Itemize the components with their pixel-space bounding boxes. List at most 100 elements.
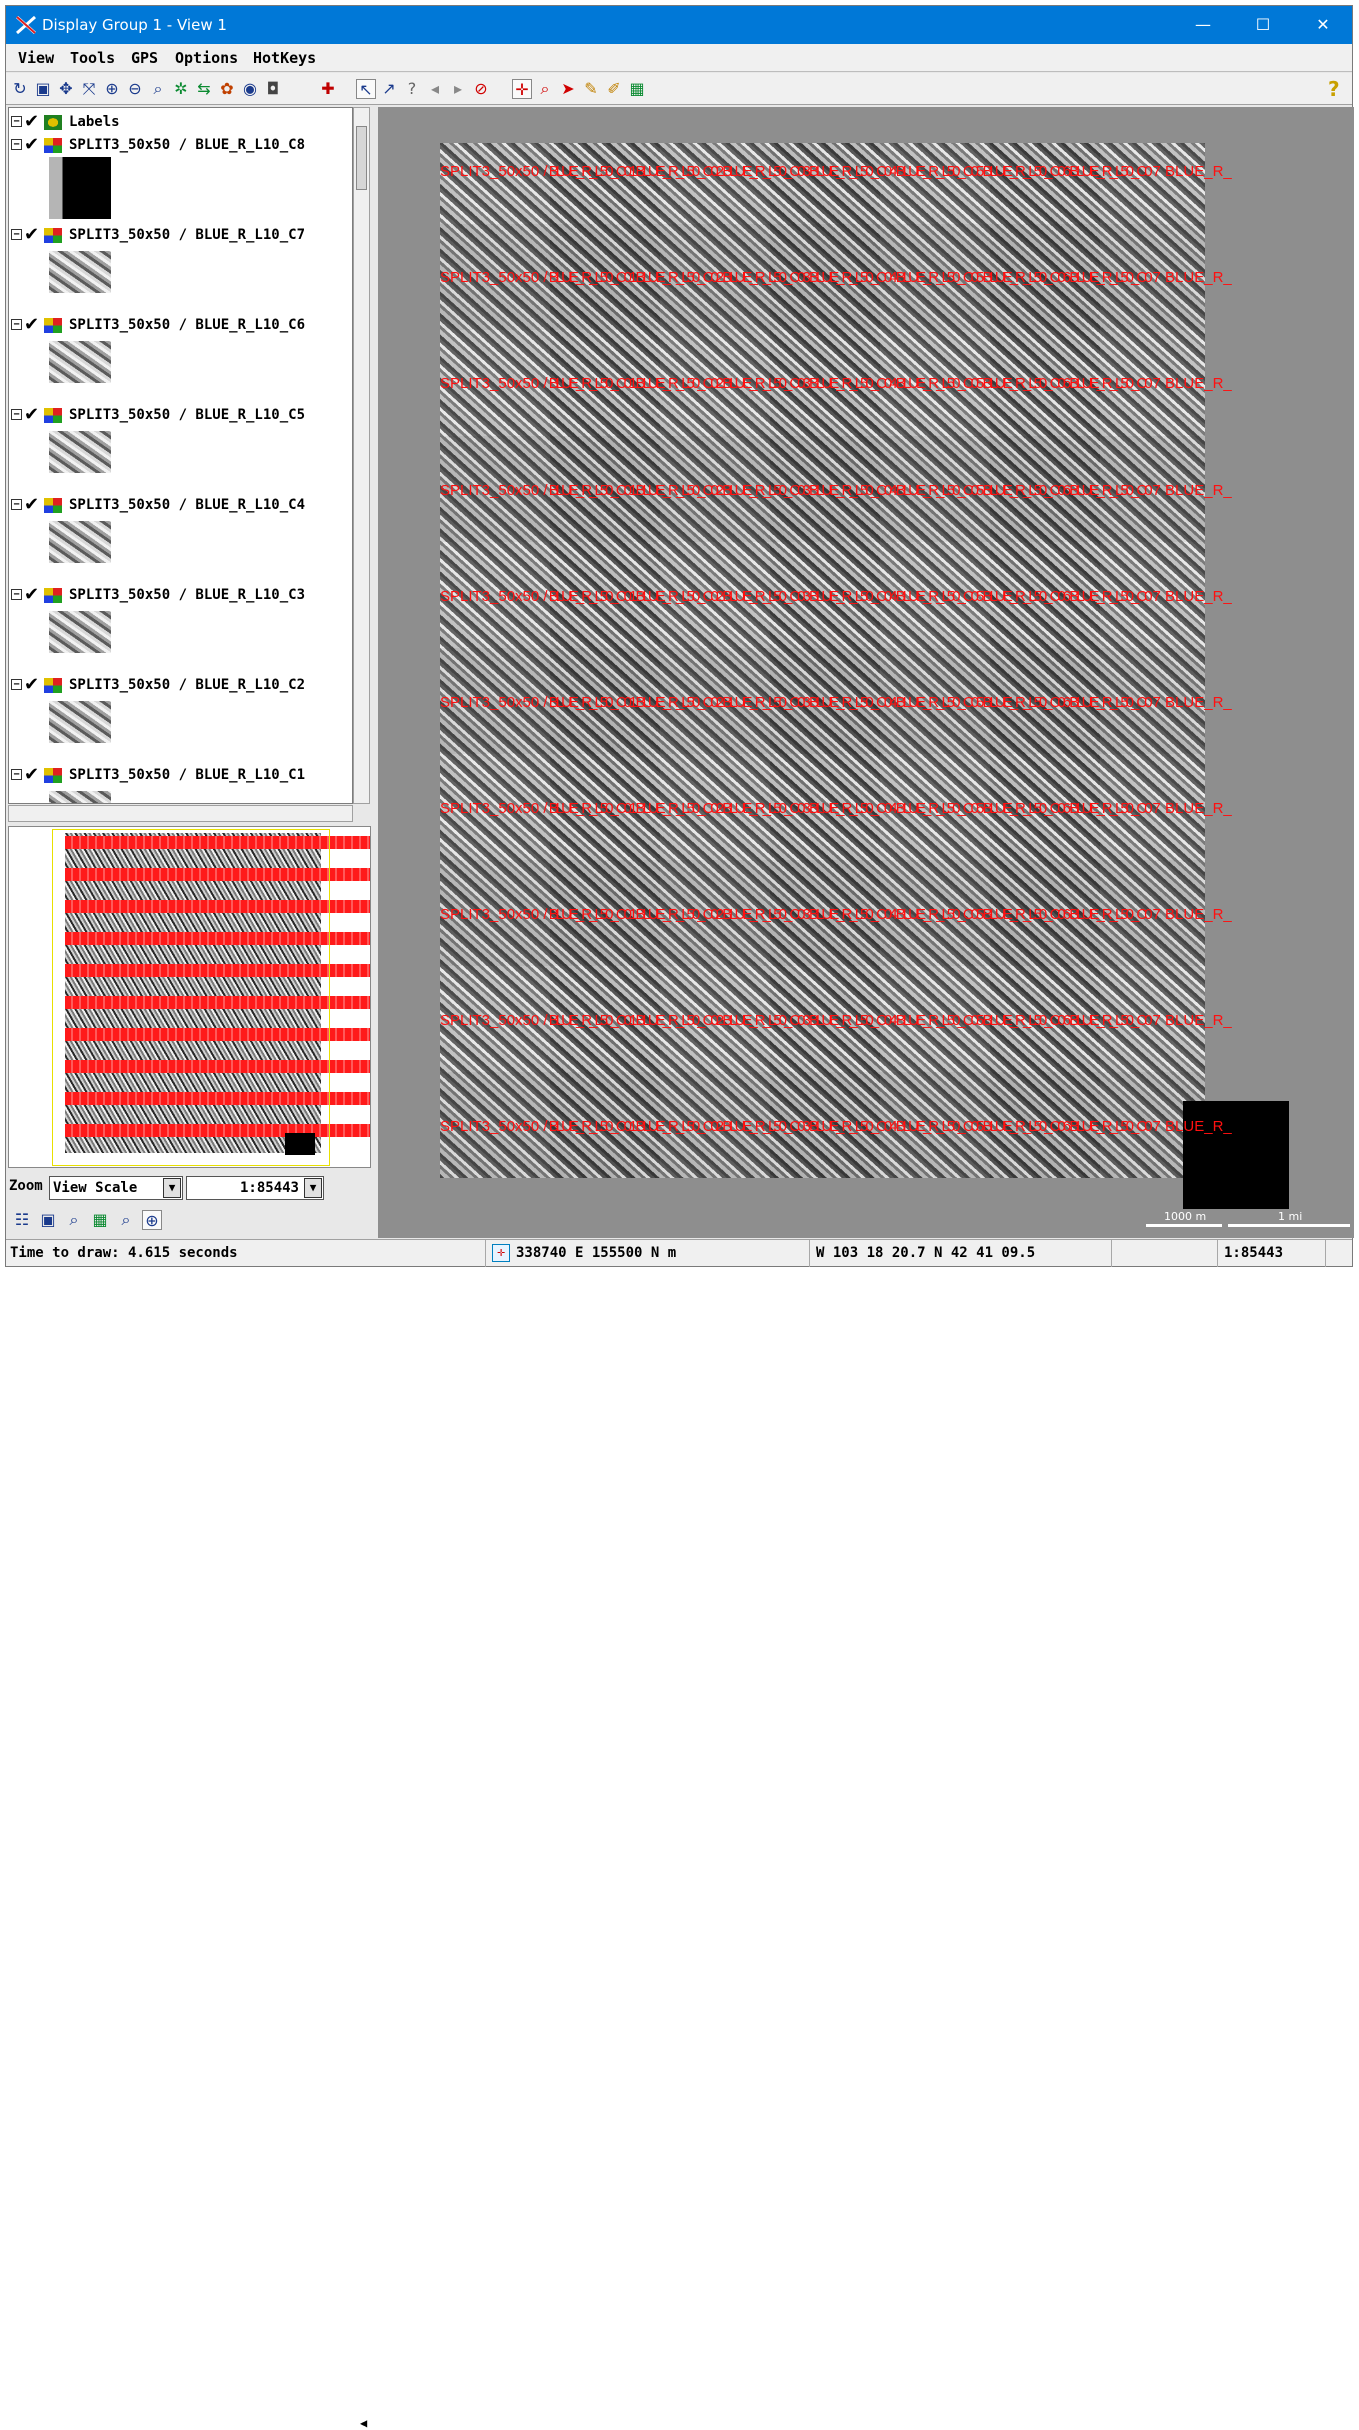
layer-tools: ☷ ▣ ⌕ ▦ ⌕ ⊕ ◀ (6, 1206, 376, 2430)
zoom-to-layer-icon[interactable]: ⊕ (142, 1210, 162, 1230)
select-tool-icon[interactable]: ↖ (356, 79, 376, 99)
layer-list-icon[interactable]: ☷ (12, 1210, 32, 1230)
query-tool-icon[interactable]: ? (402, 79, 422, 99)
app-window: Display Group 1 - View 1 — ☐ ✕ View Tool… (5, 5, 1354, 2430)
scale-select[interactable]: 1:85443 ▼ (186, 1176, 324, 1200)
layer-label: SPLIT3_50x50 / BLUE_R_L10_C2 (69, 677, 306, 693)
raster-icon (44, 138, 62, 153)
labels-icon (44, 115, 62, 130)
raster-label-row: SPLIT3_50x50 / BLUE_R_L50_C01 BLUE_R_L50… (440, 375, 1232, 392)
camera-icon[interactable]: ◘ (263, 79, 283, 99)
full-view-icon[interactable]: ▣ (33, 79, 53, 99)
checkmark-icon[interactable]: ✔ (24, 224, 39, 245)
checkmark-icon[interactable]: ✔ (24, 584, 39, 605)
forward-icon[interactable]: ▸ (448, 79, 468, 99)
collapse-icon[interactable]: − (11, 319, 22, 330)
layer-label: SPLIT3_50x50 / BLUE_R_L10_C3 (69, 587, 306, 603)
redraw-icon[interactable]: ↻ (10, 79, 30, 99)
projected-coords-value: 338740 E 155500 N m (516, 1245, 677, 1261)
crosshair-icon[interactable]: ✛ (512, 79, 532, 99)
window-title: Display Group 1 - View 1 (42, 16, 227, 34)
checkmark-icon[interactable]: ✔ (24, 764, 39, 785)
chevron-down-icon[interactable]: ▼ (163, 1178, 181, 1198)
pan-icon[interactable]: ✥ (56, 79, 76, 99)
collapse-icon[interactable]: − (11, 679, 22, 690)
measure-tool-icon[interactable]: ↗ (379, 79, 399, 99)
raster-label-row: SPLIT3_50x50 / BLUE_R_L50_C01 BLUE_R_L50… (440, 482, 1232, 499)
collapse-icon[interactable]: − (11, 229, 22, 240)
edit-icon[interactable]: ✐ (604, 79, 624, 99)
find-icon[interactable]: ⌕ (64, 1210, 84, 1230)
minimize-button[interactable]: — (1174, 6, 1232, 44)
status-bar: Time to draw: 4.615 seconds ✛ 338740 E 1… (6, 1239, 1352, 1267)
zoom-box-icon[interactable]: ⌕ (148, 79, 168, 99)
raster-label-row: SPLIT3_50x50 / BLUE_R_L50_C01 BLUE_R_L50… (440, 906, 1232, 923)
zoom-in-icon[interactable]: ⊕ (102, 79, 122, 99)
layer-panel-hscrollbar[interactable] (8, 805, 353, 822)
status-geographic-coords: W 103 18 20.7 N 42 41 09.5 (812, 1240, 1112, 1267)
add-layer-icon[interactable]: ✚ (318, 79, 338, 99)
checkmark-icon[interactable]: ✔ (24, 674, 39, 695)
layer-panel-vscrollbar[interactable] (353, 107, 370, 804)
layer-label: SPLIT3_50x50 / BLUE_R_L10_C8 (69, 137, 306, 153)
zoom-box-icon[interactable]: ⌕ (116, 1210, 136, 1230)
menu-view[interactable]: View (18, 49, 54, 67)
menu-tools[interactable]: Tools (70, 49, 115, 67)
zoom-out-icon[interactable]: ⊖ (125, 79, 145, 99)
zoom-extents-icon[interactable]: ✲ (171, 79, 191, 99)
zoom-mode-select[interactable]: View Scale ▼ (49, 1176, 183, 1200)
maximize-button[interactable]: ☐ (1234, 6, 1292, 44)
checkmark-icon[interactable]: ✔ (24, 111, 39, 132)
overview-view-frame[interactable] (52, 829, 330, 1166)
menu-options[interactable]: Options (175, 49, 238, 67)
title-bar: Display Group 1 - View 1 — ☐ ✕ (6, 6, 1352, 44)
raster-label-row: SPLIT3_50x50 / BLUE_R_L50_C01 BLUE_R_L50… (440, 1118, 1232, 1135)
raster-icon (44, 318, 62, 333)
stop-icon[interactable]: ⊘ (471, 79, 491, 99)
layer-thumbnail (49, 341, 111, 383)
zoom-label: Zoom (9, 1178, 43, 1194)
collapse-icon[interactable]: − (11, 409, 22, 420)
coordinate-icon[interactable]: ✛ (492, 1244, 510, 1262)
raster-icon (44, 228, 62, 243)
spatial-link-icon[interactable]: ✿ (217, 79, 237, 99)
collapse-icon[interactable]: − (11, 499, 22, 510)
collapse-icon[interactable]: − (11, 116, 22, 127)
layer-label: Labels (69, 114, 120, 130)
previous-view-icon[interactable]: ⇆ (194, 79, 214, 99)
pointer-icon[interactable]: ➤ (558, 79, 578, 99)
checkmark-icon[interactable]: ✔ (24, 404, 39, 425)
zoom-mode-value: View Scale (53, 1180, 138, 1196)
layer-thumbnail (49, 521, 111, 563)
magnify-icon[interactable]: ⌕ (535, 79, 555, 99)
help-icon[interactable]: ? (1328, 77, 1340, 101)
pencil-icon[interactable]: ✎ (581, 79, 601, 99)
menu-gps[interactable]: GPS (131, 49, 158, 67)
layer-label: SPLIT3_50x50 / BLUE_R_L10_C7 (69, 227, 306, 243)
scrollbar-thumb[interactable] (356, 126, 367, 190)
checkmark-icon[interactable]: ✔ (24, 134, 39, 155)
raster-label-row: SPLIT3_50x50 / BLUE_R_L50_C01 BLUE_R_L50… (440, 694, 1232, 711)
overview-map[interactable] (8, 826, 371, 1168)
checkmark-icon[interactable]: ✔ (24, 494, 39, 515)
raster-label-row: SPLIT3_50x50 / BLUE_R_L50_C01 BLUE_R_L50… (440, 800, 1232, 817)
collapse-panel-icon[interactable]: ◀ (360, 2416, 367, 2430)
chevron-down-icon[interactable]: ▼ (304, 1178, 322, 1198)
locator-icon[interactable]: ▦ (90, 1210, 110, 1230)
menu-hotkeys[interactable]: HotKeys (253, 49, 316, 67)
back-icon[interactable]: ◂ (425, 79, 445, 99)
fit-icon[interactable]: ⤧ (79, 79, 99, 99)
layout-icon[interactable]: ▦ (627, 79, 647, 99)
overview-toggle-icon[interactable]: ▣ (38, 1210, 58, 1230)
collapse-icon[interactable]: − (11, 769, 22, 780)
scalebar-metric (1146, 1224, 1222, 1227)
collapse-icon[interactable]: − (11, 589, 22, 600)
close-button[interactable]: ✕ (1294, 6, 1352, 44)
collapse-icon[interactable]: − (11, 139, 22, 150)
menu-bar: View Tools GPS Options HotKeys (6, 44, 1352, 72)
status-projected-coords: ✛ 338740 E 155500 N m (488, 1240, 810, 1267)
layer-thumbnail (49, 157, 111, 219)
map-view[interactable]: SPLIT3_50x50 / BLUE_R_L50_C01 BLUE_R_L50… (378, 107, 1354, 1238)
globe-icon[interactable]: ◉ (240, 79, 260, 99)
checkmark-icon[interactable]: ✔ (24, 314, 39, 335)
